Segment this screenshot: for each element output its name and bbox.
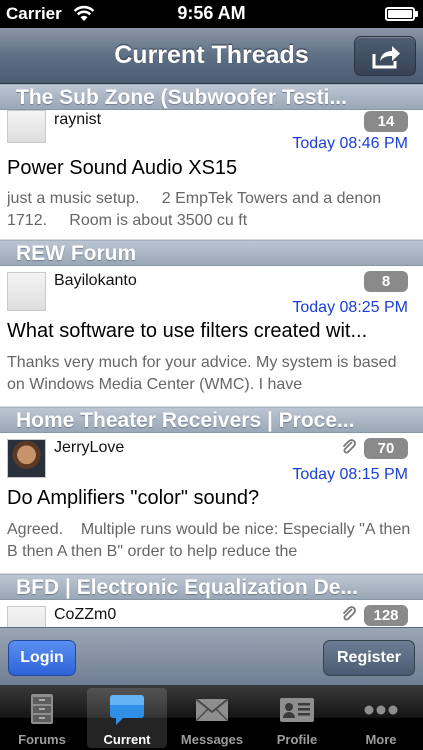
thread-date: Today 08:15 PM	[292, 466, 408, 483]
avatar	[7, 272, 46, 311]
tab-profile[interactable]: Profile	[257, 688, 337, 748]
thread-snippet: Thanks very much for your advice. My sys…	[7, 354, 401, 393]
thread-row[interactable]: raynist 14 Today 08:46 PM Power Sound Au…	[0, 110, 423, 240]
battery-icon	[385, 7, 418, 21]
cabinet-icon	[31, 694, 53, 724]
more-dots-icon	[364, 705, 398, 715]
thread-date: Today 08:25 PM	[292, 299, 408, 316]
avatar	[7, 110, 46, 143]
reply-count-badge: 8	[364, 271, 408, 292]
thread-author: raynist	[54, 111, 102, 128]
speech-bubble-icon	[110, 695, 144, 725]
navigation-bar: Current Threads	[0, 28, 423, 84]
thread-list[interactable]: The Sub Zone (Subwoofer Testi... raynist…	[0, 84, 423, 627]
section-header: REW Forum	[0, 240, 423, 266]
clock: 9:56 AM	[177, 3, 246, 23]
section-header: BFD | Electronic Equalization De...	[0, 574, 423, 600]
paperclip-icon	[342, 439, 356, 454]
tab-label: Forums	[18, 732, 66, 747]
tab-forums[interactable]: Forums	[2, 688, 82, 748]
thread-title: Do Amplifiers "color" sound?	[7, 487, 260, 509]
id-card-icon	[280, 698, 314, 722]
thread-author: JerryLove	[54, 439, 125, 456]
login-button[interactable]: Login	[8, 640, 76, 676]
tab-label: More	[365, 732, 397, 747]
thread-author: CoZZm0	[54, 606, 117, 623]
thread-row[interactable]: Bayilokanto 8 Today 08:25 PM What softwa…	[0, 266, 423, 407]
bottom-toolbar: Login Register	[0, 627, 423, 685]
thread-row[interactable]: CoZZm0 128	[0, 600, 423, 627]
tab-current[interactable]: Current	[87, 688, 167, 748]
thread-snippet: Agreed. Multiple runs would be nice: Esp…	[7, 521, 411, 560]
tab-label: Profile	[276, 732, 318, 747]
section-header: Home Theater Receivers | Proce...	[0, 407, 423, 433]
tab-bar: Forums Current Messages Profile More	[0, 685, 423, 750]
reply-count-badge: 128	[364, 605, 408, 626]
avatar	[7, 439, 46, 478]
thread-title: What software to use filters created wit…	[7, 320, 368, 342]
tab-label: Messages	[180, 732, 244, 747]
thread-date: Today 08:46 PM	[292, 135, 408, 152]
section-header: The Sub Zone (Subwoofer Testi...	[0, 84, 423, 110]
paperclip-icon	[342, 606, 356, 621]
share-icon	[372, 46, 400, 69]
thread-snippet: just a music setup. 2 EmpTek Towers and …	[7, 190, 386, 229]
envelope-icon	[195, 698, 229, 722]
thread-title: Power Sound Audio XS15	[7, 157, 238, 179]
thread-author: Bayilokanto	[54, 272, 137, 289]
register-button[interactable]: Register	[323, 640, 415, 676]
share-button[interactable]	[354, 36, 416, 76]
reply-count-badge: 70	[364, 438, 408, 459]
reply-count-badge: 14	[364, 111, 408, 132]
thread-row[interactable]: JerryLove 70 Today 08:15 PM Do Amplifier…	[0, 433, 423, 574]
tab-messages[interactable]: Messages	[172, 688, 252, 748]
avatar	[7, 606, 46, 627]
tab-more[interactable]: More	[341, 688, 421, 748]
tab-label: Current	[103, 732, 151, 747]
status-bar: Carrier 9:56 AM	[0, 0, 423, 28]
